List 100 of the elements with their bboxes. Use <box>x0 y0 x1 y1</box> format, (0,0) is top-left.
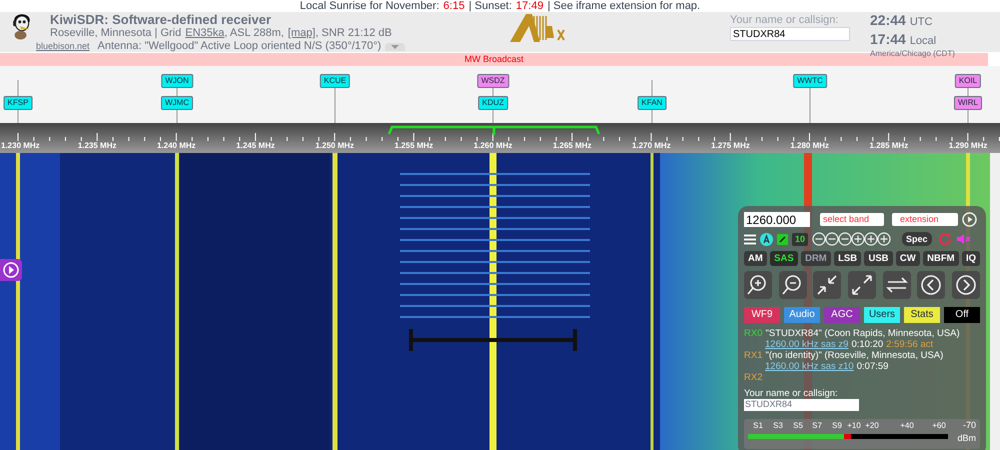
mode-button[interactable]: USB <box>864 251 893 266</box>
panel-tab[interactable]: Stats <box>904 307 940 323</box>
frequency-label: 1.260 MHz <box>474 141 512 151</box>
map-link[interactable]: [map] <box>288 27 316 40</box>
name-label: Your name or callsign: <box>730 14 840 27</box>
meter-scale-label: +60 <box>932 421 946 430</box>
zoom-in-button[interactable] <box>744 271 772 299</box>
mode-button[interactable]: AM <box>744 251 767 266</box>
frequency-label: 1.250 MHz <box>315 141 354 151</box>
utc-time: 22:44 <box>870 12 906 28</box>
name-field[interactable]: STUDXR84 <box>730 27 850 41</box>
antenna-text: Antenna: "Wellgood" Active Loop oriented N/S (350°/170°) <box>98 40 382 53</box>
meter-scale-label: S7 <box>812 421 822 430</box>
frequency-field[interactable]: 1260.000 <box>744 212 810 227</box>
frequency-label: 1.265 MHz <box>552 141 592 151</box>
connected-time: 0:07:59 <box>856 361 888 372</box>
station-label[interactable]: KFSP <box>4 96 32 110</box>
frequency-label: 1.255 MHz <box>394 141 434 151</box>
snr-text: , SNR 21:12 dB <box>315 27 392 40</box>
map-note: | See iframe extension for map. <box>547 0 700 12</box>
panel-tab[interactable]: Users <box>864 307 900 323</box>
extension-select[interactable]: extension <box>892 213 958 226</box>
menu-icon[interactable] <box>744 234 756 244</box>
station-label[interactable]: WJON <box>161 74 193 88</box>
site-title: KiwiSDR: Software-defined receiver <box>50 12 272 27</box>
station-label[interactable]: WWTC <box>793 74 827 88</box>
scrollbar[interactable] <box>990 153 1000 450</box>
altitude-text: , ASL 288m, <box>224 27 284 40</box>
mode-button[interactable]: NBFM <box>923 251 959 266</box>
name-label: Your name or callsign: <box>744 388 839 399</box>
mode-button[interactable]: SAS <box>770 251 798 266</box>
timezone-text: America/Chicago (CDT) <box>870 49 955 58</box>
frequency-label: 1.270 MHz <box>632 141 671 151</box>
swap-arrows-button[interactable] <box>882 271 911 299</box>
frequency-label: 1.245 MHz <box>236 141 275 151</box>
station-label[interactable]: WIRL <box>954 96 982 110</box>
frequency-label: 1.240 MHz <box>156 141 196 151</box>
signal-unit: dBm <box>957 433 976 443</box>
frequency-label: 1.230 MHz <box>1 141 40 151</box>
station-label[interactable]: WJMC <box>161 96 193 110</box>
mode-button[interactable]: CW <box>896 251 920 266</box>
station-label[interactable]: KDUZ <box>478 96 508 110</box>
station-label[interactable]: WSDZ <box>477 74 509 88</box>
meter-scale-label: +40 <box>900 421 914 430</box>
site-link[interactable]: bluebison.net <box>36 40 90 53</box>
mode-button[interactable]: IQ <box>962 251 980 266</box>
expand-arrows-button[interactable] <box>848 271 876 299</box>
location-text: Roseville, Minnesota | Grid <box>50 27 182 40</box>
panel-tab[interactable]: AGC <box>824 307 860 323</box>
station-label[interactable]: KFAN <box>638 96 666 110</box>
left-arrow-button[interactable] <box>917 271 946 299</box>
utc-label: UTC <box>910 15 932 30</box>
auto-badge-icon[interactable] <box>760 232 773 246</box>
meter-scale-label: +10 <box>847 421 861 430</box>
peak-marker <box>844 434 851 439</box>
meter-scale-label: S9 <box>832 421 842 430</box>
name-field[interactable]: STUDXR84 <box>744 399 859 411</box>
pencil-icon[interactable] <box>777 234 788 244</box>
connected-time: 0:10:20 <box>851 339 884 350</box>
step-button[interactable]: 10 <box>792 232 808 246</box>
local-time: 17:44 <box>870 30 906 46</box>
channel-label: RX2 <box>744 372 762 383</box>
channel-label: RX1 <box>744 350 762 361</box>
frequency-label: 1.285 MHz <box>870 141 908 151</box>
right-arrow-button[interactable] <box>952 271 980 299</box>
play-icon <box>3 262 19 278</box>
compress-arrows-icon <box>815 273 840 297</box>
frequency-label: 1.290 MHz <box>948 141 988 151</box>
panel-tab[interactable]: Off <box>944 307 980 323</box>
user-name: "STUDXR84" (Coon Rapids, Minnesota, USA) <box>765 328 960 339</box>
sunset-time: 17:49 <box>516 0 544 12</box>
play-icon[interactable] <box>962 212 977 227</box>
sunrise-label: Local Sunrise for November: <box>300 0 440 12</box>
zoom-out-button[interactable] <box>778 271 807 299</box>
zoom-step-icon[interactable] <box>812 232 892 246</box>
passband-marker[interactable] <box>388 123 600 135</box>
sunset-label: | Sunset: <box>468 0 512 12</box>
band-select[interactable]: select band <box>820 213 884 226</box>
panel-tab[interactable]: WF9 <box>744 307 780 323</box>
frequency-label: 1.235 MHz <box>78 141 116 151</box>
meter-scale-label: +20 <box>865 421 879 430</box>
compress-arrows-button[interactable] <box>813 271 842 299</box>
activity-time: 2:59:56 act <box>886 339 934 350</box>
user-name: "(no identity)" (Roseville, Minnesota, USA) <box>765 350 944 361</box>
meter-scale-label: S3 <box>773 421 783 430</box>
meter-scale-label: S5 <box>793 421 803 430</box>
play-button[interactable] <box>0 259 22 281</box>
sunrise-time: 6:15 <box>443 0 465 12</box>
station-label[interactable]: KOIL <box>954 74 982 88</box>
mode-button[interactable]: LSB <box>834 251 862 266</box>
frequency-label: 1.280 MHz <box>790 141 830 151</box>
frequency-label: 1.275 MHz <box>711 141 750 151</box>
band-label: MW Broadcast <box>464 53 524 66</box>
station-label[interactable]: KCUE <box>320 74 350 88</box>
channel-label: RX0 <box>744 328 762 339</box>
signal-reading: -70 <box>962 420 976 430</box>
grid-link[interactable]: EN35ka <box>185 27 224 40</box>
expand-arrows-icon <box>850 273 874 297</box>
spec-button[interactable]: Spec <box>902 232 932 246</box>
local-label: Local <box>910 34 936 48</box>
